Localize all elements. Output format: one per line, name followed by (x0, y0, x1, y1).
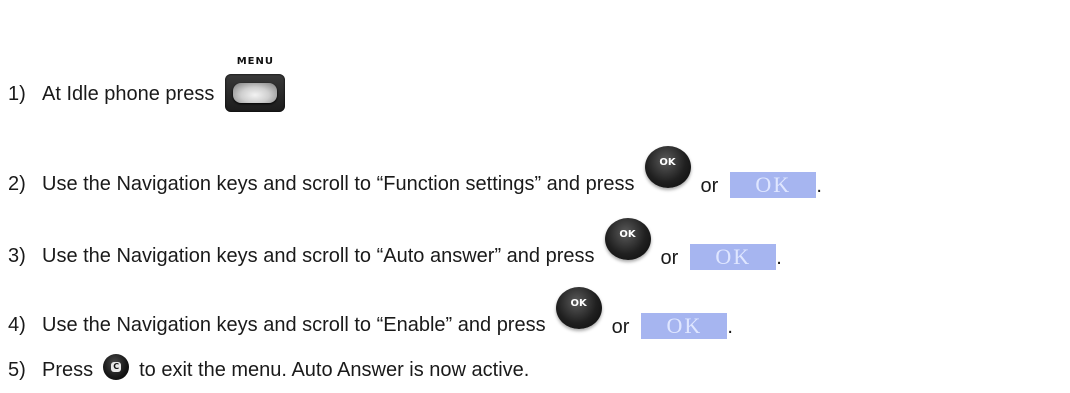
step-number: 5) (8, 359, 26, 381)
step-number: 1) (8, 83, 26, 105)
ok-softkey-icon: OK (730, 172, 817, 198)
step-text: Use the Navigation keys and scroll to “F… (42, 173, 635, 195)
menu-key-icon: MENU (224, 56, 286, 112)
step-number: 4) (8, 314, 26, 336)
step-text: Use the Navigation keys and scroll to “E… (42, 314, 546, 336)
or-text: or (660, 247, 679, 269)
or-text: or (700, 175, 719, 197)
step-number: 2) (8, 173, 26, 195)
step-number: 3) (8, 245, 26, 267)
ok-softkey-icon: OK (641, 313, 728, 339)
step-end: . (727, 316, 733, 338)
step-end: . (776, 247, 782, 269)
ok-softkey-label: OK (666, 313, 703, 338)
c-key-icon: C (103, 354, 130, 380)
step-3: 3) Use the Navigation keys and scroll to… (8, 218, 782, 270)
step-4: 4) Use the Navigation keys and scroll to… (8, 287, 733, 339)
ok-softkey-icon: OK (690, 244, 777, 270)
ok-round-key-icon: OK (604, 218, 651, 260)
ok-round-key-icon: OK (555, 287, 602, 329)
ok-softkey-label: OK (715, 244, 752, 269)
step-1: 1) At Idle phone press MENU (8, 50, 286, 112)
step-5: 5) Press C to exit the menu. Auto Answer… (8, 354, 530, 382)
ok-round-key-icon: OK (644, 146, 691, 188)
step-text-after: to exit the menu. Auto Answer is now act… (139, 359, 530, 381)
step-text: Use the Navigation keys and scroll to “A… (42, 245, 595, 267)
step-text: At Idle phone press (42, 83, 215, 105)
step-end: . (816, 175, 822, 197)
menu-button-graphic (225, 74, 286, 112)
step-2: 2) Use the Navigation keys and scroll to… (8, 146, 822, 198)
menu-key-label: MENU (236, 56, 274, 67)
c-key-label: C (111, 362, 122, 372)
or-text: or (611, 316, 630, 338)
ok-round-key-label: OK (570, 298, 587, 309)
ok-round-key-label: OK (619, 229, 636, 240)
step-text-before: Press (42, 359, 94, 381)
ok-round-key-label: OK (659, 157, 676, 168)
ok-softkey-label: OK (755, 172, 792, 197)
